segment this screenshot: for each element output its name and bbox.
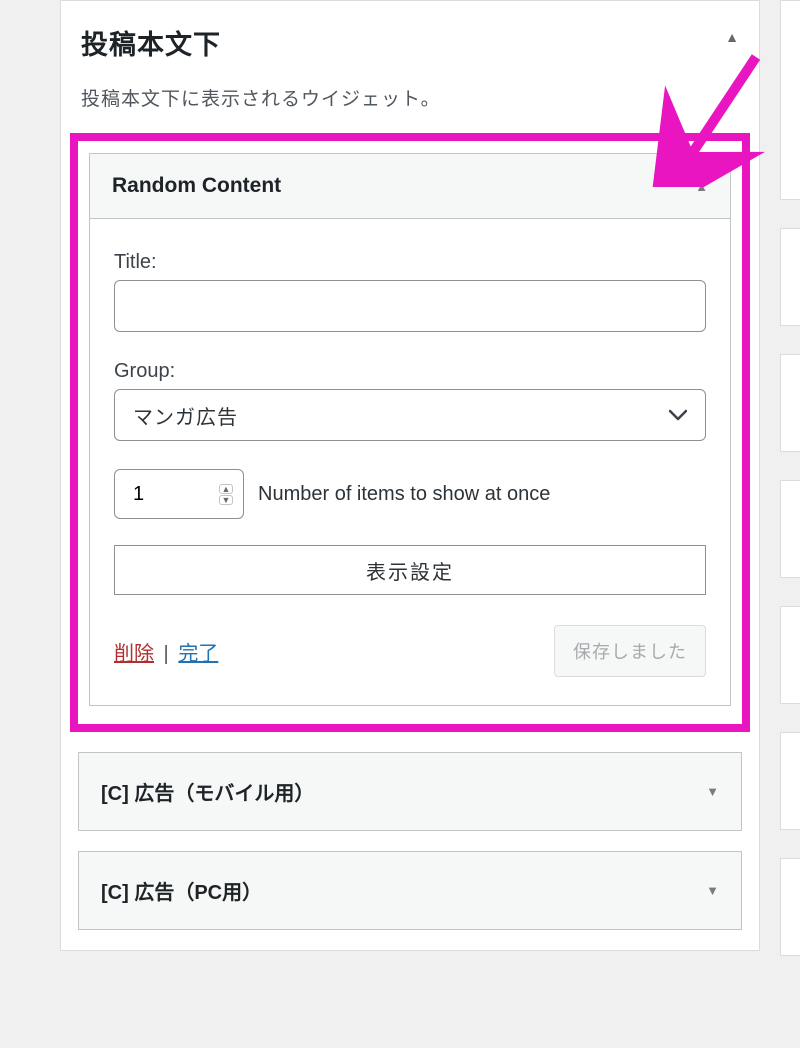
link-separator: | — [158, 643, 174, 665]
widget-toggle-header[interactable]: Random Content ▲ — [90, 154, 730, 219]
chevron-down-icon: ▼ — [706, 784, 719, 799]
collapsed-widget-mobile-ad: [C] 広告（モバイル用） ▼ — [78, 752, 742, 831]
widget-title-label: Random Content — [112, 174, 281, 198]
random-content-widget: Random Content ▲ Title: Group: マンガ広告 — [89, 153, 731, 706]
widget-area-panel: 投稿本文下 ▲ 投稿本文下に表示されるウイジェット。 Random Conten… — [60, 0, 760, 951]
title-label: Title: — [114, 251, 706, 274]
chevron-down-icon — [669, 406, 687, 424]
done-link[interactable]: 完了 — [178, 643, 218, 665]
footer-links: 削除 | 完了 — [114, 637, 218, 666]
sidebar-stubs — [780, 0, 800, 984]
spinner-controls: ▲ ▼ — [219, 484, 233, 505]
chevron-down-icon: ▼ — [706, 883, 719, 898]
title-input[interactable] — [114, 280, 706, 332]
highlight-annotation: Random Content ▲ Title: Group: マンガ広告 — [70, 133, 750, 732]
collapsed-widget-pc-ad: [C] 広告（PC用） ▼ — [78, 851, 742, 930]
count-input-wrap: ▲ ▼ — [114, 469, 244, 519]
widget-area-title: 投稿本文下 — [81, 30, 221, 60]
widget-area-description: 投稿本文下に表示されるウイジェット。 — [78, 66, 742, 133]
widget-body: Title: Group: マンガ広告 — [90, 219, 730, 705]
count-input[interactable] — [133, 483, 193, 506]
delete-link[interactable]: 削除 — [114, 643, 154, 665]
widget-area-header[interactable]: 投稿本文下 ▲ — [78, 1, 742, 66]
widget-toggle-header[interactable]: [C] 広告（モバイル用） ▼ — [79, 753, 741, 830]
widget-footer: 削除 | 完了 保存しました — [114, 625, 706, 677]
collapse-up-icon: ▲ — [695, 179, 708, 194]
spinner-down-icon[interactable]: ▼ — [219, 495, 233, 505]
spinner-up-icon[interactable]: ▲ — [219, 484, 233, 494]
group-field-group: Group: マンガ広告 — [114, 360, 706, 441]
widget-title-label: [C] 広告（モバイル用） — [101, 777, 314, 806]
group-select[interactable]: マンガ広告 — [114, 389, 706, 441]
collapse-up-icon: ▲ — [725, 29, 739, 45]
title-field-group: Title: — [114, 251, 706, 332]
display-settings-button[interactable]: 表示設定 — [114, 545, 706, 595]
count-label: Number of items to show at once — [258, 483, 550, 506]
group-selected-value: マンガ広告 — [133, 401, 238, 430]
widget-toggle-header[interactable]: [C] 広告（PC用） ▼ — [79, 852, 741, 929]
count-row: ▲ ▼ Number of items to show at once — [114, 469, 706, 519]
group-label: Group: — [114, 360, 706, 383]
widget-title-label: [C] 広告（PC用） — [101, 876, 262, 905]
saved-button: 保存しました — [554, 625, 706, 677]
